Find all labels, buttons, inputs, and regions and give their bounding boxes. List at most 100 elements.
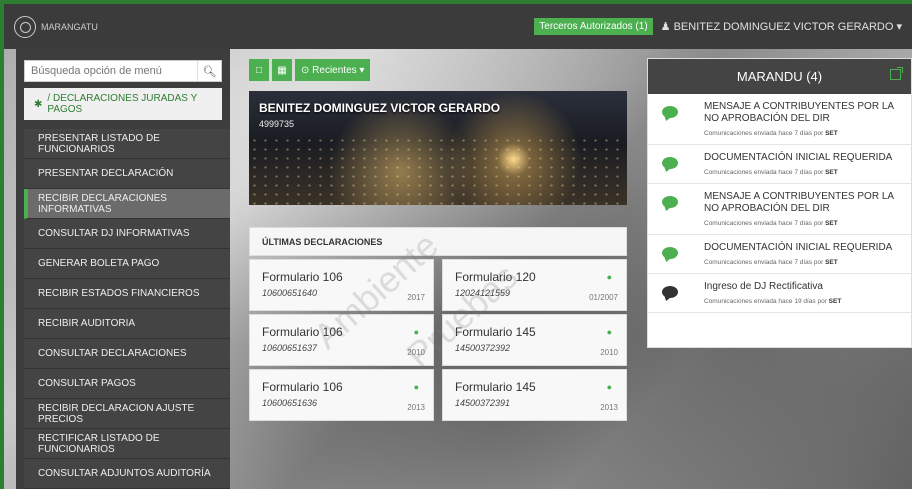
toolbar: □ ▦ ⊙ Recientes ▾ [249, 59, 371, 81]
message-meta: Comunicaciones enviada hace 7 días por S… [704, 220, 903, 227]
user-icon: ♟ [660, 21, 671, 33]
sidebar-item[interactable]: CONSULTAR PAGOS [24, 369, 230, 399]
message-sender: SET [825, 259, 838, 266]
message-title: MENSAJE A CONTRIBUYENTES POR LA NO APROB… [704, 101, 894, 124]
top-right: Terceros Autorizados (1) ♟ BENITEZ DOMIN… [534, 18, 902, 35]
chat-bubble-icon [662, 157, 678, 169]
sidebar-item[interactable]: RECTIFICAR LISTADO DE FUNCIONARIOS [24, 429, 230, 459]
message-meta: Comunicaciones enviada hace 19 días por … [704, 298, 903, 305]
sidebar-item[interactable]: RECIBIR DECLARACIONES INFORMATIVAS [24, 189, 230, 219]
sidebar-item[interactable]: PRESENTAR LISTADO DE FUNCIONARIOS [24, 129, 230, 159]
logo[interactable]: MARANGATU [14, 15, 98, 38]
message-title: MENSAJE A CONTRIBUYENTES POR LA NO APROB… [704, 191, 894, 214]
message-meta-text: Comunicaciones enviada hace 7 días por [704, 130, 824, 137]
marangatu-logo-icon [14, 15, 36, 38]
sidebar-item[interactable]: RECIBIR DECLARACION AJUSTE PRECIOS [24, 399, 230, 429]
message-sender: SET [825, 169, 838, 176]
external-link-icon[interactable] [890, 67, 903, 80]
message-item[interactable]: MENSAJE A CONTRIBUYENTES POR LA NO APROB… [648, 184, 911, 235]
sidebar-item-label: RECIBIR AUDITORIA [38, 318, 136, 329]
form-number: 14500372392 [455, 343, 511, 353]
declaracion-card[interactable]: Formulario 145 14500372391 2013 ● [442, 369, 627, 421]
sidebar-item-label: CONSULTAR DECLARACIONES [38, 348, 187, 359]
hero-banner: BENITEZ DOMINGUEZ VICTOR GERARDO 4999735 [249, 91, 627, 205]
message-item[interactable]: DOCUMENTACIÓN INICIAL REQUERIDA Comunicac… [648, 235, 911, 274]
message-meta-text: Comunicaciones enviada hace 19 días por [704, 298, 827, 305]
message-meta: Comunicaciones enviada hace 7 días por S… [704, 130, 903, 137]
breadcrumb: ✱ / DECLARACIONES JURADAS Y PAGOS [24, 88, 222, 120]
message-meta-text: Comunicaciones enviada hace 7 días por [704, 220, 824, 227]
message-item[interactable]: MENSAJE A CONTRIBUYENTES POR LA NO APROB… [648, 94, 911, 145]
form-number: 10600651640 [262, 288, 318, 298]
eye-icon[interactable]: ● [607, 327, 612, 337]
document-icon: □ [255, 64, 263, 76]
sidebar-item-label: CONSULTAR DJ INFORMATIVAS [38, 228, 190, 239]
message-meta: Comunicaciones enviada hace 7 días por S… [704, 259, 903, 266]
logo-text: MARANGATU [41, 21, 98, 32]
eye-icon[interactable]: ● [607, 272, 612, 282]
sidebar-item[interactable]: RECIBIR ESTADOS FINANCIEROS [24, 279, 230, 309]
marandu-title: MARANDU (4) [736, 69, 823, 84]
sidebar-item[interactable]: CONSULTAR DJ INFORMATIVAS [24, 219, 230, 249]
taxpayer-ruc: 4999735 [259, 119, 295, 129]
eye-icon[interactable]: ● [607, 382, 612, 392]
message-title: DOCUMENTACIÓN INICIAL REQUERIDA [704, 152, 893, 163]
message-sender: SET [825, 130, 838, 137]
form-period: 2010 [600, 348, 618, 357]
message-list: MENSAJE A CONTRIBUYENTES POR LA NO APROB… [648, 94, 911, 313]
chevron-down-icon: ▾ [896, 21, 902, 33]
sidebar-item-label: RECTIFICAR LISTADO DE FUNCIONARIOS [38, 432, 160, 455]
chat-bubble-icon [662, 196, 678, 208]
form-name: Formulario 106 [262, 380, 343, 394]
message-sender: SET [828, 298, 842, 305]
form-period: 2017 [407, 293, 425, 302]
marandu-panel: MARANDU (4) MENSAJE A CONTRIBUYENTES POR… [647, 58, 912, 348]
search-icon[interactable]: 🔍︎ [197, 61, 221, 81]
sidebar-item-label: PRESENTAR LISTADO DE FUNCIONARIOS [38, 132, 160, 155]
form-number: 14500372391 [455, 398, 511, 408]
sidebar-item-label: RECIBIR ESTADOS FINANCIEROS [38, 288, 200, 299]
message-sender: SET [825, 220, 838, 227]
message-meta-text: Comunicaciones enviada hace 7 días por [704, 169, 824, 176]
sidebar-menu: PRESENTAR LISTADO DE FUNCIONARIOS PRESENT… [24, 129, 230, 489]
message-meta: Comunicaciones enviada hace 7 días por S… [704, 169, 903, 176]
new-document-button[interactable]: □ [249, 59, 269, 81]
breadcrumb-text[interactable]: / DECLARACIONES JURADAS Y PAGOS [47, 93, 212, 115]
sidebar-item[interactable]: RECIBIR AUDITORIA [24, 309, 230, 339]
form-period: 2013 [407, 403, 425, 412]
sidebar-item-label: CONSULTAR PAGOS [38, 378, 136, 389]
form-number: 10600651636 [262, 398, 318, 408]
form-name: Formulario 106 [262, 270, 343, 284]
calculator-button[interactable]: ▦ [272, 59, 292, 81]
chat-bubble-icon [662, 247, 678, 259]
user-menu[interactable]: ♟ BENITEZ DOMINGUEZ VICTOR GERARDO ▾ [661, 20, 902, 33]
menu-search-input[interactable] [25, 61, 197, 81]
sidebar-item-label: RECIBIR DECLARACIONES INFORMATIVAS [38, 192, 167, 215]
sidebar-item-label: GENERAR BOLETA PAGO [38, 258, 160, 269]
user-name: BENITEZ DOMINGUEZ VICTOR GERARDO [673, 21, 894, 33]
eye-icon[interactable]: ● [414, 382, 419, 392]
sidebar-item[interactable]: CONSULTAR DECLARACIONES [24, 339, 230, 369]
sidebar: 🔍︎ ✱ / DECLARACIONES JURADAS Y PAGOS PRE… [16, 49, 230, 489]
form-period: 2013 [600, 403, 618, 412]
sidebar-item-label: PRESENTAR DECLARACIÓN [38, 168, 174, 179]
form-period: 01/2007 [589, 293, 618, 302]
chat-bubble-icon [662, 106, 678, 118]
sidebar-item[interactable]: PRESENTAR DECLARACIÓN [24, 159, 230, 189]
home-icon[interactable]: ✱ [34, 99, 42, 110]
message-item[interactable]: Ingreso de DJ Rectificativa Comunicacione… [648, 274, 911, 313]
city-lights-image [249, 136, 627, 205]
search-box: 🔍︎ [24, 60, 222, 82]
terceros-autorizados-button[interactable]: Terceros Autorizados (1) [534, 18, 653, 35]
sidebar-item[interactable]: GENERAR BOLETA PAGO [24, 249, 230, 279]
sidebar-item-label: CONSULTAR ADJUNTOS AUDITORÍA [38, 468, 211, 479]
calculator-icon: ▦ [277, 64, 287, 76]
declaracion-card[interactable]: Formulario 106 10600651636 2013 ● [249, 369, 434, 421]
message-item[interactable]: DOCUMENTACIÓN INICIAL REQUERIDA Comunicac… [648, 145, 911, 184]
sidebar-item[interactable]: CONSULTAR ADJUNTOS AUDITORÍA [24, 459, 230, 489]
message-meta-text: Comunicaciones enviada hace 7 días por [704, 259, 824, 266]
form-name: Formulario 145 [455, 380, 536, 394]
message-title: Ingreso de DJ Rectificativa [704, 281, 823, 292]
recientes-dropdown[interactable]: ⊙ Recientes ▾ [295, 59, 371, 81]
marandu-header: MARANDU (4) [648, 59, 911, 94]
